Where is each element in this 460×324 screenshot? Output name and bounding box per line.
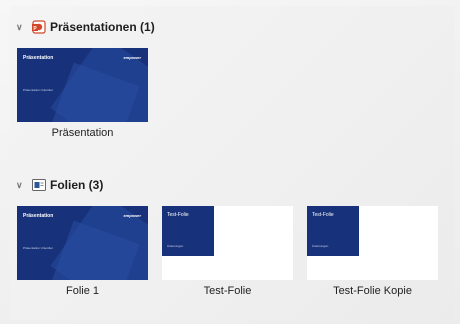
chevron-down-icon[interactable]: ∨ <box>16 180 26 191</box>
group-header-slides[interactable]: ∨ Folien (3) <box>16 178 103 192</box>
slide-item[interactable]: Test-Folie Änderungen Test-Folie <box>162 206 293 297</box>
thumbnail-title: Test-Folie <box>312 212 334 218</box>
thumbnail-subtitle: Präsentation Untertitel <box>23 88 53 92</box>
slide-thumbnail[interactable]: Präsentation empower Präsentation Untert… <box>17 206 148 280</box>
group-title: Folien (3) <box>50 178 104 192</box>
slide-thumbnail[interactable]: Präsentation empower Präsentation Untert… <box>17 48 148 122</box>
thumbnail-title: Präsentation <box>23 213 54 219</box>
brand-logo: empower <box>123 213 141 218</box>
thumbnail-subtitle: Präsentation Untertitel <box>23 246 53 250</box>
slide-item[interactable]: Präsentation empower Präsentation Untert… <box>17 206 148 297</box>
powerpoint-icon: P <box>32 20 46 34</box>
presentation-item[interactable]: Präsentation empower Präsentation Untert… <box>17 48 148 139</box>
item-caption: Präsentation <box>51 127 114 139</box>
slide-thumbnail[interactable]: Test-Folie Änderungen <box>307 206 438 280</box>
thumbnail-title: Präsentation <box>23 55 54 61</box>
thumbnail-subtitle: Änderungen <box>312 244 329 248</box>
slides-icon <box>32 179 46 191</box>
thumbnail-title: Test-Folie <box>167 212 189 218</box>
group-header-presentations[interactable]: ∨ P Präsentationen (1) <box>16 20 155 34</box>
slide-thumbnail[interactable]: Test-Folie Änderungen <box>162 206 293 280</box>
thumbnail-subtitle: Änderungen <box>167 244 184 248</box>
item-caption: Test-Folie <box>203 285 252 297</box>
slide-item[interactable]: Test-Folie Änderungen Test-Folie Kopie <box>307 206 438 297</box>
item-caption: Test-Folie Kopie <box>333 285 412 297</box>
brand-logo: empower <box>123 55 141 60</box>
chevron-down-icon[interactable]: ∨ <box>16 22 26 33</box>
item-caption: Folie 1 <box>65 285 100 297</box>
group-title: Präsentationen (1) <box>50 20 155 34</box>
